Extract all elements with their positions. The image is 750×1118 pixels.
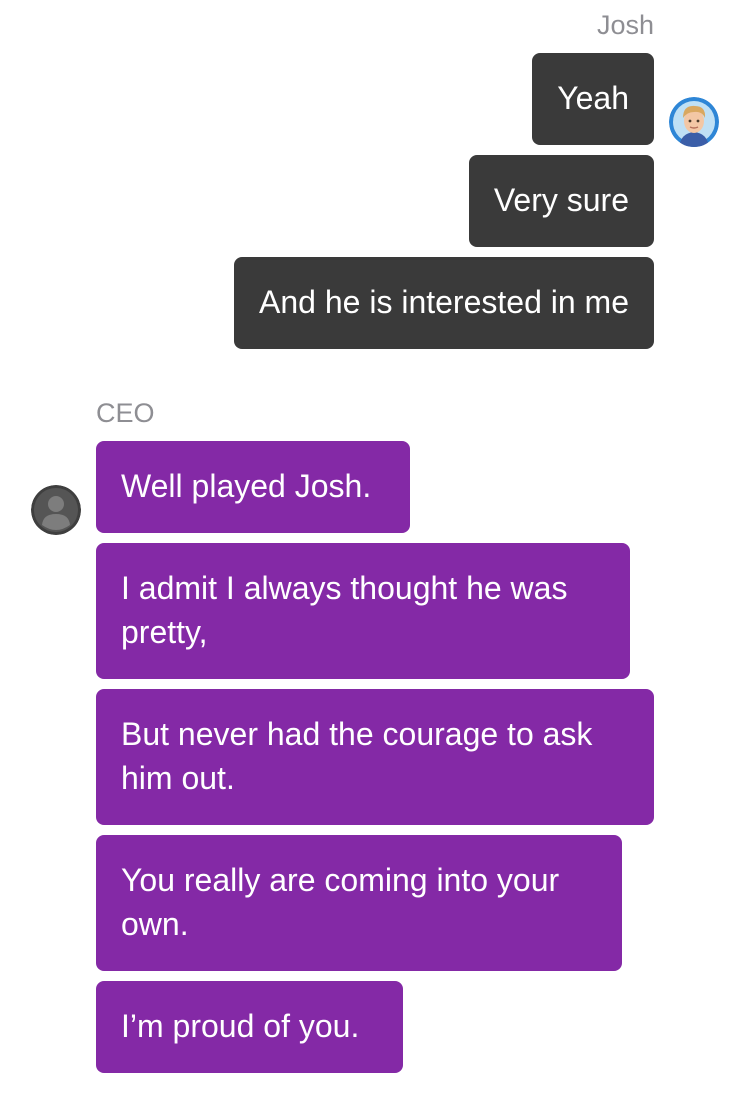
message-bubble[interactable]: And he is interested in me xyxy=(234,257,654,349)
sender-name-josh: Josh xyxy=(596,10,654,40)
message-bubble[interactable]: I admit I always thought he was pretty, xyxy=(96,543,630,679)
default-person-avatar-icon[interactable] xyxy=(31,485,81,535)
message-bubble[interactable]: You really are coming into your own. xyxy=(96,835,622,971)
cartoon-man-avatar-icon[interactable] xyxy=(669,97,719,147)
message-bubble[interactable]: But never had the courage to ask him out… xyxy=(96,689,654,825)
message-bubble[interactable]: Well played Josh. xyxy=(96,441,410,533)
message-bubble[interactable]: Yeah xyxy=(532,53,654,145)
message-bubble[interactable]: I’m proud of you. xyxy=(96,981,403,1073)
sender-name-ceo: CEO xyxy=(96,398,155,428)
message-bubble[interactable]: Very sure xyxy=(468,155,654,247)
